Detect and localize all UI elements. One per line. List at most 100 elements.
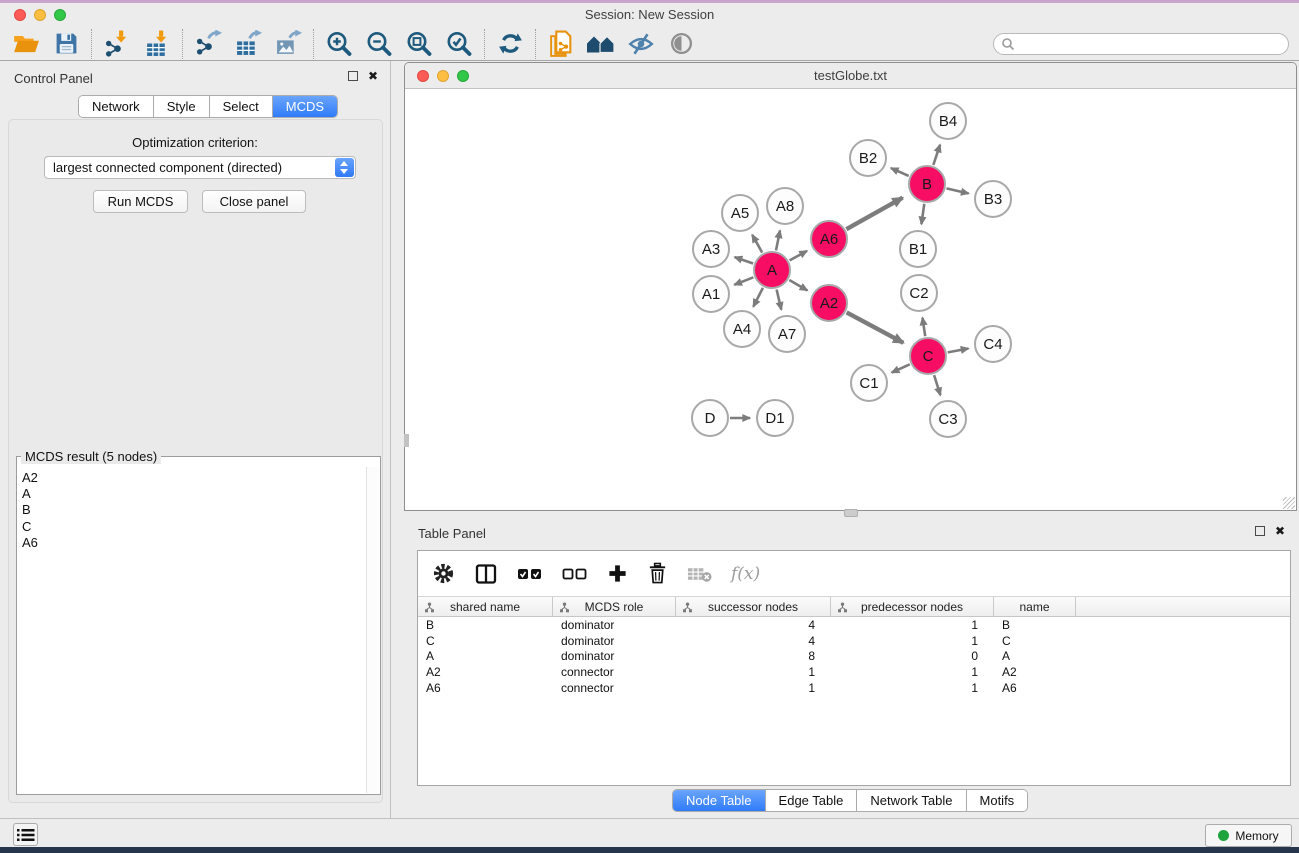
resize-grip[interactable] — [1283, 497, 1295, 509]
graph-edge-C-C1[interactable] — [892, 364, 910, 372]
tab-style[interactable]: Style — [154, 96, 210, 117]
graph-edge-C-C4[interactable] — [948, 349, 969, 353]
float-table-panel-icon[interactable] — [1255, 526, 1265, 536]
mcds-result-item[interactable]: A — [22, 486, 366, 502]
graph-edge-B-B2[interactable] — [891, 168, 909, 176]
table-row[interactable]: Adominator80A — [418, 649, 1290, 665]
add-column-button[interactable] — [607, 563, 628, 584]
column-header-successor-nodes[interactable]: successor nodes — [676, 597, 831, 616]
zoom-in-button[interactable] — [319, 28, 359, 60]
graph-edge-C-C3[interactable] — [934, 375, 940, 395]
graph-node-B1[interactable]: B1 — [899, 230, 937, 268]
task-history-button[interactable] — [13, 823, 38, 846]
import-network-button[interactable] — [97, 28, 137, 60]
graph-node-C4[interactable]: C4 — [974, 325, 1012, 363]
zoom-fit-button[interactable] — [399, 28, 439, 60]
graph-edge-A6-B[interactable] — [846, 198, 902, 230]
graph-node-C2[interactable]: C2 — [900, 274, 938, 312]
graph-node-D[interactable]: D — [691, 399, 729, 437]
graph-node-D1[interactable]: D1 — [756, 399, 794, 437]
graph-node-A4[interactable]: A4 — [723, 310, 761, 348]
vertical-scrollbar-thumb[interactable] — [404, 434, 409, 447]
export-network-button[interactable] — [188, 28, 228, 60]
mcds-result-list[interactable]: A2ABCA6 — [18, 467, 366, 793]
graph-node-B[interactable]: B — [908, 165, 946, 203]
graph-edge-B-B4[interactable] — [933, 145, 940, 165]
tab-node-table[interactable]: Node Table — [673, 790, 766, 811]
memory-button[interactable]: Memory — [1205, 824, 1292, 847]
unselect-all-button[interactable] — [562, 566, 588, 582]
network-canvas[interactable]: AA1A2A3A4A5A6A7A8BB1B2B3B4CC1C2C3C4DD1 — [405, 90, 1296, 510]
show-eye-button[interactable] — [661, 28, 701, 60]
graph-node-A8[interactable]: A8 — [766, 187, 804, 225]
select-all-button[interactable] — [517, 566, 543, 582]
column-header-predecessor-nodes[interactable]: predecessor nodes — [831, 597, 994, 616]
graph-node-A[interactable]: A — [753, 251, 791, 289]
open-session-button[interactable] — [6, 28, 46, 60]
mcds-result-item[interactable]: A6 — [22, 535, 366, 551]
mcds-result-item[interactable]: A2 — [22, 470, 366, 486]
graph-node-C[interactable]: C — [909, 337, 947, 375]
mcds-result-item[interactable]: C — [22, 519, 366, 535]
result-list-scrollbar[interactable] — [366, 467, 379, 793]
graph-node-B4[interactable]: B4 — [929, 102, 967, 140]
table-row[interactable]: A2connector11A2 — [418, 664, 1290, 680]
tab-network-table[interactable]: Network Table — [857, 790, 966, 811]
table-row[interactable]: A6connector11A6 — [418, 680, 1290, 696]
graph-node-A1[interactable]: A1 — [692, 275, 730, 313]
graph-node-A3[interactable]: A3 — [692, 230, 730, 268]
export-image-button[interactable] — [268, 28, 308, 60]
horizontal-scrollbar-thumb[interactable] — [844, 509, 858, 517]
column-header-shared-name[interactable]: shared name — [418, 597, 553, 616]
graph-node-A6[interactable]: A6 — [810, 220, 848, 258]
search-field[interactable] — [993, 33, 1289, 55]
hide-details-button[interactable] — [621, 28, 661, 60]
graph-edge-A-A2[interactable] — [789, 280, 807, 291]
run-mcds-button[interactable]: Run MCDS — [93, 190, 188, 213]
graph-edge-B-B1[interactable] — [921, 204, 924, 224]
table-row[interactable]: Bdominator41B — [418, 617, 1290, 633]
zoom-out-button[interactable] — [359, 28, 399, 60]
close-panel-icon[interactable]: ✖ — [368, 71, 378, 81]
graph-node-A7[interactable]: A7 — [768, 315, 806, 353]
show-columns-button[interactable] — [474, 562, 498, 586]
tab-edge-table[interactable]: Edge Table — [766, 790, 858, 811]
import-table-button[interactable] — [137, 28, 177, 60]
graph-edge-A-A6[interactable] — [790, 251, 807, 261]
graph-edge-A2-C[interactable] — [847, 312, 904, 342]
graph-node-C3[interactable]: C3 — [929, 400, 967, 438]
close-panel-button[interactable]: Close panel — [202, 190, 306, 213]
tab-motifs[interactable]: Motifs — [967, 790, 1028, 811]
table-settings-button[interactable] — [432, 562, 455, 585]
search-input[interactable] — [1015, 35, 1288, 53]
graph-edge-A-A8[interactable] — [776, 231, 780, 251]
function-builder-button[interactable]: f(x) — [731, 564, 760, 584]
delete-table-button[interactable] — [687, 565, 712, 583]
graph-edge-A-A5[interactable] — [752, 235, 762, 253]
graph-node-A5[interactable]: A5 — [721, 194, 759, 232]
tab-mcds[interactable]: MCDS — [273, 96, 337, 117]
select-stepper-icon[interactable] — [335, 158, 354, 177]
network-snapshot-button[interactable] — [541, 28, 581, 60]
graph-node-B3[interactable]: B3 — [974, 180, 1012, 218]
mcds-result-item[interactable]: B — [22, 502, 366, 518]
column-header-name[interactable]: name — [994, 597, 1076, 616]
home-view-button[interactable] — [581, 28, 621, 60]
refresh-view-button[interactable] — [490, 28, 530, 60]
float-panel-icon[interactable] — [348, 71, 358, 81]
column-header-mcds-role[interactable]: MCDS role — [553, 597, 676, 616]
delete-column-button[interactable] — [647, 562, 668, 585]
graph-node-C1[interactable]: C1 — [850, 364, 888, 402]
graph-edge-A-A4[interactable] — [753, 288, 763, 307]
close-table-panel-icon[interactable]: ✖ — [1275, 526, 1285, 536]
optimization-criterion-select[interactable]: largest connected component (directed) — [44, 156, 356, 179]
graph-edge-A-A3[interactable] — [735, 257, 754, 263]
export-table-button[interactable] — [228, 28, 268, 60]
graph-node-A2[interactable]: A2 — [810, 284, 848, 322]
graph-edge-A-A7[interactable] — [777, 290, 782, 310]
tab-select[interactable]: Select — [210, 96, 273, 117]
graph-edge-A-A1[interactable] — [734, 277, 753, 285]
graph-edge-B-B3[interactable] — [947, 188, 969, 193]
tab-network[interactable]: Network — [79, 96, 154, 117]
graph-edge-C-C2[interactable] — [923, 318, 926, 337]
